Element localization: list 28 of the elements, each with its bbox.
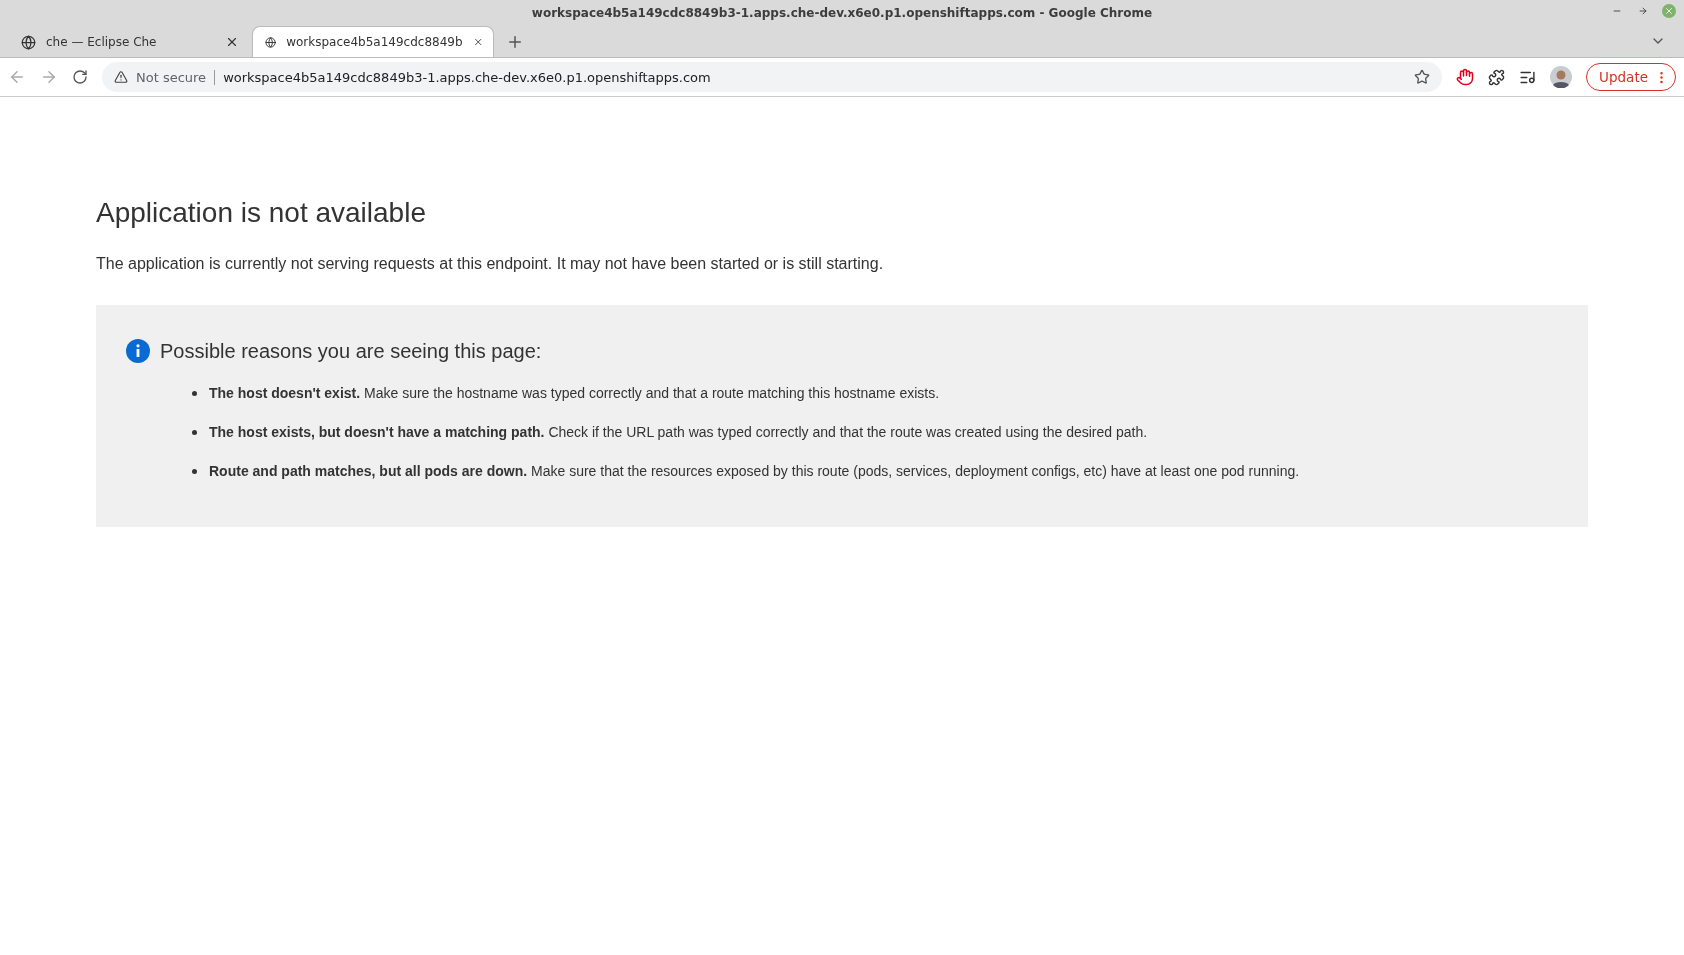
window-title: workspace4b5a149cdc8849b3-1.apps.che-dev.x6e0.p1.openshiftapps.com - Google Chrome (531, 6, 1153, 20)
profile-avatar[interactable] (1550, 66, 1573, 88)
reason-text: The host doesn't exist. Make sure the hostname was typed correctly and that a route matching this hostname exists. (209, 385, 940, 401)
reason-text: The host exists, but doesn't have a matching path. Check if the URL path was typed correctly and that the route was created using the desired path. (209, 424, 1148, 440)
close-tab-icon[interactable] (225, 35, 239, 49)
browser-tab[interactable]: che — Eclipse Che (8, 26, 250, 57)
bullet-icon (192, 429, 197, 435)
security-label[interactable]: Not secure (136, 69, 216, 85)
bookmark-star-icon[interactable] (1414, 69, 1431, 85)
error-message: The application is currently not serving requests at this endpoint. It may not have been started or is still starting. (96, 255, 885, 273)
reason-text: Route and path matches, but all pods are down. Make sure that the resources exposed by this route (pods, services, deployment configs, etc) have at least one pod running. (209, 463, 1300, 479)
bullet-icon (192, 468, 197, 474)
url-text: workspace4b5a149cdc8849b3-1.apps.che-dev.x6e0.p1.openshiftapps.com (223, 69, 712, 85)
info-icon (126, 339, 150, 363)
extensions-icon[interactable] (1488, 68, 1506, 86)
new-tab-button[interactable] (506, 33, 524, 51)
globe-icon (21, 34, 36, 50)
page-heading: Application is not available (96, 197, 427, 229)
address-bar[interactable]: Not secure workspace4b5a149cdc8849b3-1.apps.che-dev.x6e0.p1.openshiftapps.com (102, 62, 1443, 92)
close-icon (1664, 6, 1674, 16)
globe-icon (265, 34, 277, 50)
bullet-icon (192, 390, 197, 396)
warning-icon (114, 70, 128, 84)
update-button[interactable]: Update (1586, 63, 1676, 91)
browser-tab[interactable]: workspace4b5a149cdc8849b (252, 26, 494, 57)
reload-button[interactable] (72, 69, 88, 85)
hand-extension-icon[interactable] (1456, 68, 1475, 86)
reasons-title: Possible reasons you are seeing this page: (160, 339, 542, 363)
